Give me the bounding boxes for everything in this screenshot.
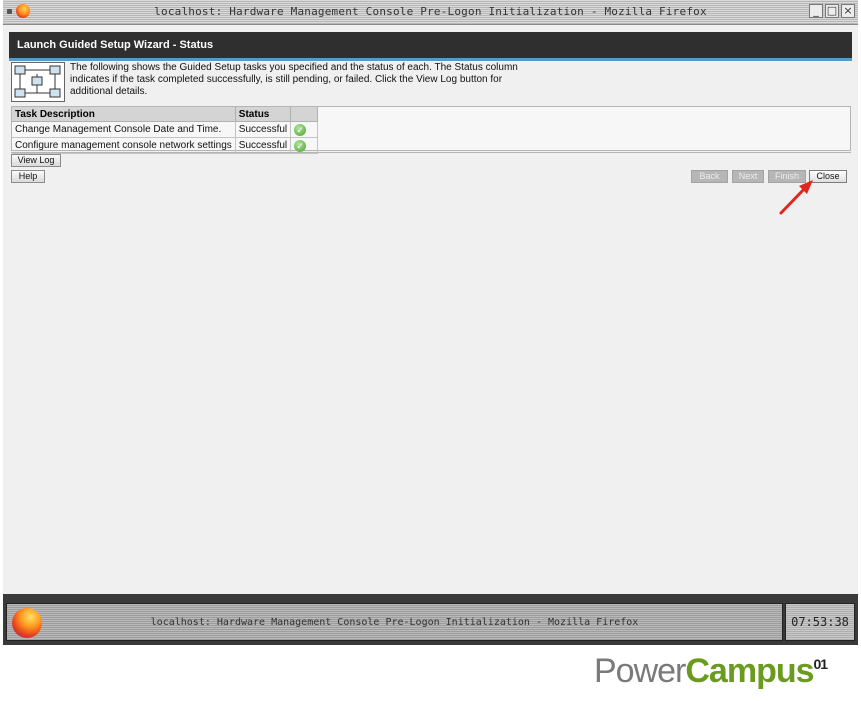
column-header-status[interactable]: Status (235, 107, 292, 122)
taskbar: localhost: Hardware Management Console P… (3, 594, 858, 645)
close-window-icon[interactable]: × (841, 4, 855, 18)
annotation-arrow-icon (779, 180, 813, 215)
check-circle-icon: ✓ (294, 139, 307, 152)
maximize-icon[interactable]: □ (825, 4, 839, 18)
taskbar-clock: 07:53:38 (785, 603, 855, 641)
description-row: The following shows the Guided Setup tas… (11, 62, 851, 102)
status-icon-cell: ✓ (290, 121, 319, 138)
powercampus-logo: PowerCampus01 (594, 652, 829, 691)
logo-campus-text: Campus (685, 652, 814, 690)
minimize-icon[interactable]: _ (809, 4, 823, 18)
desktop-screen: localhost: Hardware Management Console P… (3, 0, 858, 645)
taskbar-window-item[interactable]: localhost: Hardware Management Console P… (6, 603, 783, 641)
page-header: Launch Guided Setup Wizard - Status (9, 32, 852, 61)
taskbar-item-label: localhost: Hardware Management Console P… (150, 617, 639, 628)
check-circle-icon: ✓ (294, 123, 307, 136)
next-button[interactable]: Next (732, 170, 764, 183)
logo-superscript: 01 (813, 656, 829, 672)
task-status-cell: Successful (235, 121, 292, 138)
wizard-flowchart-icon (11, 62, 65, 102)
page-description: The following shows the Guided Setup tas… (70, 62, 518, 97)
flowchart-graphic (14, 65, 61, 98)
column-header-icon (290, 107, 319, 122)
back-button[interactable]: Back (691, 170, 728, 183)
logo-power-text: Power (594, 652, 686, 690)
titlebar-right-controls: _ □ × (809, 4, 855, 18)
table-divider (11, 152, 851, 153)
page-title: Launch Guided Setup Wizard - Status (17, 39, 214, 51)
window-title: localhost: Hardware Management Console P… (154, 5, 707, 18)
table-row[interactable]: Change Management Console Date and Time.… (12, 121, 319, 138)
task-description-cell: Change Management Console Date and Time. (12, 121, 236, 138)
task-table: Task Description Status Change Managemen… (12, 107, 319, 154)
task-status-table: Task Description Status Change Managemen… (11, 106, 851, 154)
help-button[interactable]: Help (11, 170, 45, 183)
table-header-row: Task Description Status (12, 107, 319, 122)
window-titlebar[interactable]: localhost: Hardware Management Console P… (3, 0, 858, 25)
view-log-button[interactable]: View Log (11, 154, 61, 167)
column-header-task[interactable]: Task Description (12, 107, 236, 122)
